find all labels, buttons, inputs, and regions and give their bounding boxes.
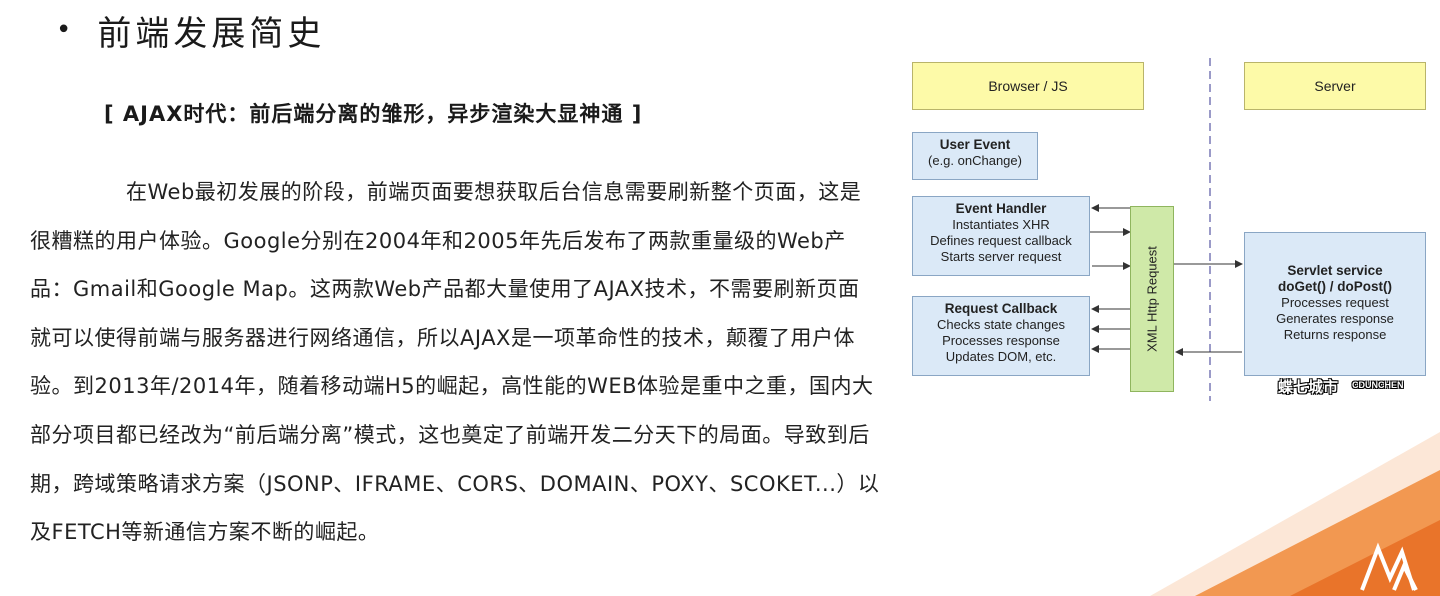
xhr-box: XML Http Request — [1130, 206, 1174, 392]
browser-lane-header: Browser / JS — [912, 62, 1144, 110]
event-handler-line: Instantiates XHR — [952, 217, 1050, 232]
servlet-line: Processes request — [1281, 295, 1389, 310]
slide-title: • 前端发展简史 — [56, 2, 325, 58]
bullet-icon: • — [56, 15, 76, 45]
event-handler-line: Starts server request — [940, 249, 1062, 264]
event-handler-title: Event Handler — [955, 201, 1047, 216]
servlet-service-box: Servlet service doGet() / doPost() Proce… — [1244, 232, 1426, 376]
request-callback-box: Request Callback Checks state changes Pr… — [912, 296, 1090, 376]
xhr-label: XML Http Request — [1144, 246, 1160, 352]
user-event-line: (e.g. onChange) — [928, 153, 1022, 168]
event-handler-line: Defines request callback — [930, 233, 1072, 248]
slide-title-text: 前端发展简史 — [97, 13, 326, 54]
user-event-title: User Event — [939, 137, 1011, 152]
server-lane-header: Server — [1244, 62, 1426, 110]
watermark-right: CDUNCHEN — [1352, 380, 1404, 390]
event-handler-box: Event Handler Instantiates XHR Defines r… — [912, 196, 1090, 276]
servlet-subtitle: doGet() / doPost() — [1278, 279, 1392, 294]
servlet-title: Servlet service — [1287, 263, 1383, 278]
watermark-left: 蝶七城市 — [1278, 379, 1339, 396]
request-callback-line: Updates DOM, etc. — [945, 349, 1057, 364]
servlet-line: Returns response — [1283, 327, 1387, 342]
request-callback-line: Checks state changes — [937, 317, 1065, 332]
logo-icon — [1360, 542, 1418, 591]
section-heading: [ AJAX时代：前后端分离的雏形，异步渲染大显神通 ] — [104, 102, 643, 126]
body-paragraph: 在Web最初发展的阶段，前端页面要想获取后台信息需要刷新整个页面，这是很糟糕的用… — [30, 180, 880, 545]
user-event-box: User Event (e.g. onChange) — [912, 132, 1038, 180]
request-callback-line: Processes response — [942, 333, 1060, 348]
servlet-line: Generates response — [1276, 311, 1394, 326]
request-callback-title: Request Callback — [944, 301, 1058, 316]
ajax-diagram: Browser / JS Server User Event (e.g. onC… — [908, 56, 1430, 401]
